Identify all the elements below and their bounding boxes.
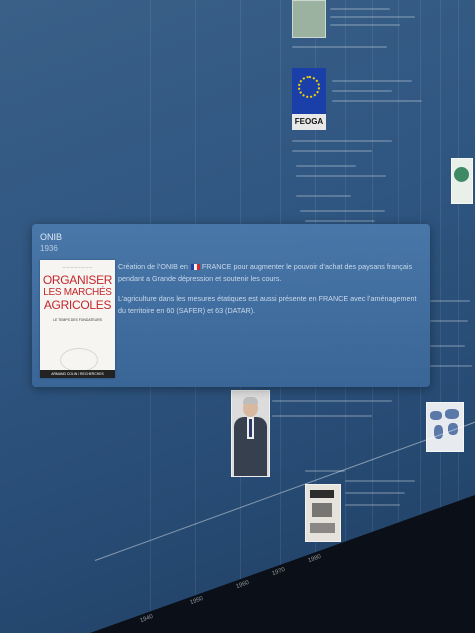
book-subtitle: LE TEMPS DES FONDATEURS [53, 318, 102, 322]
book-illustration [60, 348, 98, 372]
globe-thumbnail[interactable] [451, 158, 473, 204]
book-authors: — — — — — — — — [62, 265, 93, 269]
blurred-text [430, 300, 470, 302]
event-text-part: Création de l’ONIB en [118, 262, 188, 271]
portrait-thumbnail[interactable] [231, 390, 270, 477]
event-title: ONIB [40, 232, 63, 242]
blurred-text [292, 150, 372, 152]
event-year: 1936 [40, 244, 58, 253]
blurred-text [296, 165, 356, 167]
blurred-text [345, 480, 415, 482]
eu-flag-icon [292, 68, 326, 114]
blurred-text [292, 46, 387, 48]
blurred-text [330, 8, 390, 10]
book-cover-image[interactable]: — — — — — — — — ORGANISER LES MARCHÉS AG… [40, 260, 115, 378]
blurred-text [332, 100, 422, 102]
blurred-text [305, 220, 375, 222]
tree-thumbnail[interactable] [292, 0, 326, 38]
blurred-text [300, 210, 385, 212]
france-flag-icon [190, 263, 200, 270]
blurred-text [345, 492, 405, 494]
blurred-text [330, 16, 415, 18]
blurred-text [430, 365, 472, 367]
book-title: ORGANISER LES MARCHÉS AGRICOLES [40, 274, 115, 312]
event-paragraph: L’agriculture dans les mesures étatiques… [118, 294, 417, 315]
blurred-text [272, 400, 392, 402]
poster-thumbnail[interactable] [305, 484, 341, 542]
blurred-text [430, 345, 465, 347]
event-paragraph: Création de l’ONIB en FRANCE pour augmen… [118, 261, 422, 285]
event-description: Création de l’ONIB en FRANCE pour augmen… [118, 261, 422, 325]
blurred-text [272, 415, 372, 417]
feoga-label: FEOGA [292, 114, 326, 130]
blurred-text [332, 90, 392, 92]
book-title-line: ORGANISER [42, 273, 113, 287]
blurred-text [430, 320, 468, 322]
book-publisher: ARMAND COLIN / RECHERCHES [40, 370, 115, 378]
timeline-stage[interactable]: FEOGA 1940 1950 1960 1970 1980 ONIB 1936… [0, 0, 475, 633]
book-title-line: AGRICOLES [43, 298, 112, 312]
blurred-text [292, 140, 392, 142]
event-popup-card[interactable]: ONIB 1936 — — — — — — — — ORGANISER LES … [32, 224, 430, 387]
blurred-text [296, 175, 386, 177]
blurred-text [332, 80, 412, 82]
blurred-text [330, 24, 400, 26]
feoga-thumbnail[interactable]: FEOGA [292, 68, 326, 130]
blurred-text [296, 195, 351, 197]
blurred-text [345, 504, 400, 506]
